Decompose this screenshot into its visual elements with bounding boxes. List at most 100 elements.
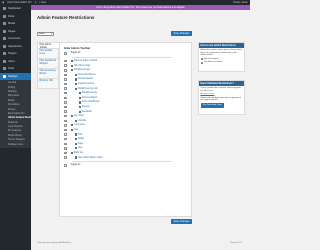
sidebar-item-settings[interactable]: Settings <box>0 72 31 80</box>
tree-node-label[interactable]: Right bar <box>74 152 83 154</box>
feature-limited-checkbox[interactable]: This feature is limited <box>200 61 243 64</box>
dashboard-icon <box>3 7 6 11</box>
tree-node-label[interactable]: WordPress logo <box>74 69 90 71</box>
tab-hide-dashboard-widgets[interactable]: Hide Dashboard Widgets <box>37 59 59 69</box>
tree-node-label[interactable]: Learn WordPress <box>82 101 100 103</box>
toolbar-node-icon <box>78 101 81 104</box>
toolbar-node-icon <box>70 115 73 118</box>
item-checkbox[interactable] <box>64 124 67 127</box>
plugins-icon <box>3 52 6 56</box>
tree-node-label[interactable]: Post <box>78 134 83 136</box>
adminbar-account[interactable]: Howdy, admin <box>233 1 248 4</box>
tree-node-label[interactable]: Visit Site <box>78 120 87 122</box>
role-select[interactable]: Editor ▾ <box>37 32 54 36</box>
tree-node-label[interactable]: New <box>74 129 79 131</box>
toolbar-node-icon <box>74 156 77 159</box>
help-box-text: Admin Restrictions allows you to choose … <box>200 49 242 57</box>
tree-node-label[interactable]: About WordPress <box>78 74 96 76</box>
adminbar-comments[interactable]: 0 <box>35 1 36 4</box>
tree-node: Site name <box>70 115 84 118</box>
sidebar-item-plugins[interactable]: Plugins <box>0 50 31 58</box>
visit-download-page-button[interactable]: Visit Download Page <box>200 103 224 108</box>
sidebar-item-users[interactable]: Users <box>0 58 31 66</box>
item-checkbox[interactable] <box>64 110 67 113</box>
tree-node-label[interactable]: Media <box>78 138 84 140</box>
tree-node-label[interactable]: User Admin Menu (right) <box>78 157 103 159</box>
sidebar-item-pages[interactable]: Pages <box>0 28 31 36</box>
tree-node-label[interactable]: WordPress.org Link <box>78 88 98 90</box>
tab-hide-gutenberg-blocks[interactable]: Hide Gutenberg Blocks <box>37 69 59 79</box>
item-checkbox[interactable] <box>64 128 67 132</box>
sidebar-item-tools[interactable]: Tools <box>0 65 31 73</box>
wordpress-logo-icon[interactable]: ◉ <box>2 1 4 4</box>
item-checkbox[interactable] <box>64 87 67 90</box>
tree-node: Visit Site <box>74 119 87 122</box>
sidebar-item-dashboard[interactable]: Dashboard <box>0 5 31 13</box>
item-checkbox[interactable] <box>64 151 67 155</box>
toolbar-node-icon <box>74 133 77 136</box>
tree-node-label[interactable]: Comments <box>74 124 85 126</box>
tree-node: Documentation <box>78 96 97 99</box>
item-checkbox[interactable] <box>64 114 67 118</box>
tree-row[interactable]: Toggle all <box>60 163 193 168</box>
hide-unchanged-checkbox[interactable]: Hide Unchanged <box>200 58 243 61</box>
item-checkbox[interactable] <box>64 59 67 63</box>
sidebar-item-appearance[interactable]: Appearance <box>0 43 31 51</box>
sidebar-item-media[interactable]: Media <box>0 20 31 28</box>
promo-notice: You're using Admin Menu Editor Pro. This… <box>31 5 250 10</box>
item-checkbox[interactable] <box>64 119 67 123</box>
tree-node: New <box>70 128 79 132</box>
tree-node-label[interactable]: Feedback <box>82 111 92 113</box>
item-checkbox[interactable] <box>64 73 67 77</box>
toolbar-node-icon <box>78 92 81 95</box>
item-checkbox[interactable] <box>64 82 67 86</box>
tab-hide-default-items[interactable]: Hide Default Items <box>37 49 59 59</box>
item-checkbox[interactable] <box>64 147 67 150</box>
adminbar-new[interactable]: + New <box>39 1 46 4</box>
item-checkbox[interactable] <box>64 101 67 104</box>
tree-node: Media <box>74 138 84 141</box>
footer-version: Version 6.3.2 <box>230 242 242 244</box>
item-checkbox[interactable] <box>64 64 67 67</box>
tab-hide-admin-toolbar[interactable]: Hide Admin Toolbar <box>37 42 59 49</box>
tree-node-label[interactable]: Documentation <box>78 78 93 80</box>
tree-node-label[interactable]: Remove Admin Toolbar <box>74 60 98 62</box>
item-checkbox[interactable] <box>64 78 67 81</box>
item-checkbox[interactable] <box>64 96 67 100</box>
footer-left: Thank you for creating with WordPress. <box>37 242 72 244</box>
tab-block-by-url[interactable]: Block by URL <box>37 79 59 89</box>
item-checkbox[interactable] <box>64 137 67 141</box>
tree-node: Post <box>74 133 83 136</box>
tree-node-label[interactable]: Hide Menu Tags <box>74 65 91 67</box>
tree-node-label[interactable]: Support <box>82 106 90 108</box>
item-checkbox[interactable] <box>64 91 67 95</box>
item-checkbox[interactable] <box>64 164 67 167</box>
tree-node-label[interactable]: Site name <box>74 115 84 117</box>
manage-license-link[interactable]: Manage license <box>201 93 243 96</box>
sidebar-item-posts[interactable]: Posts <box>0 13 31 21</box>
item-checkbox[interactable] <box>64 142 67 146</box>
tree-node: Support Forums <box>74 82 94 86</box>
tree-node-label[interactable]: Documentation <box>82 97 97 99</box>
save-changes-button-top[interactable]: Save Changes <box>171 31 192 36</box>
tree-node: Hide Menu Tags <box>70 64 91 67</box>
item-checkbox[interactable] <box>64 52 67 55</box>
item-checkbox[interactable] <box>64 105 67 109</box>
sidebar-item-label: Media <box>8 22 16 26</box>
comments-icon <box>3 37 6 41</box>
item-checkbox[interactable] <box>64 69 67 72</box>
tree-node-label[interactable]: User <box>78 147 83 149</box>
toolbar-node-icon <box>78 105 81 109</box>
item-checkbox[interactable] <box>64 156 67 159</box>
save-changes-button-bottom[interactable]: Save Changes <box>171 219 192 224</box>
item-checkbox[interactable] <box>64 133 67 136</box>
tree-node: Comments <box>70 124 85 127</box>
adminbar-site-name[interactable]: Admin Menu Editor Pro <box>7 1 32 4</box>
toolbar-node-icon <box>74 138 77 141</box>
sidebar-item-comments[interactable]: Comments <box>0 35 31 43</box>
tree-node-label[interactable]: Page <box>78 143 83 145</box>
tree-node-label[interactable]: WordPress.org <box>82 92 97 94</box>
promo-notice-text: You're using Admin Menu Editor Pro. This… <box>95 6 186 9</box>
submenu-item[interactable]: Collapse menu <box>0 142 31 146</box>
tree-node-label[interactable]: Support Forums <box>78 83 94 85</box>
